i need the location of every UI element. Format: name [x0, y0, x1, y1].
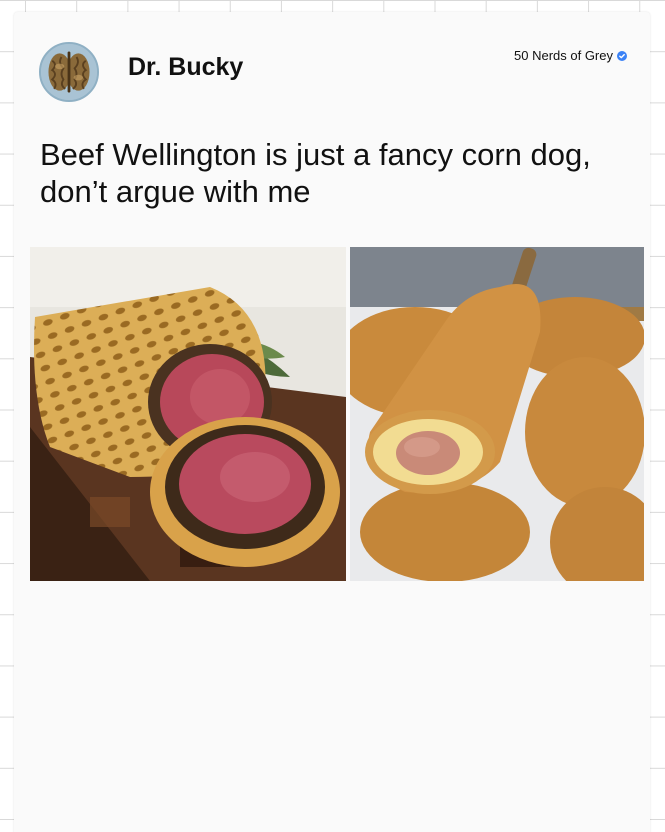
author-name[interactable]: Dr. Bucky	[128, 52, 243, 82]
beef-wellington-photo	[30, 247, 346, 581]
source-name: 50 Nerds of Grey	[514, 48, 613, 63]
post-card: Dr. Bucky 50 Nerds of Grey Beef Wellingt…	[14, 12, 650, 832]
corn-dogs-photo	[350, 247, 644, 581]
source-label[interactable]: 50 Nerds of Grey	[514, 48, 627, 64]
verified-badge-icon	[617, 51, 627, 61]
avatar[interactable]	[39, 42, 99, 102]
walnut-avatar-icon	[41, 44, 97, 100]
post-text: Beef Wellington is just a fancy corn dog…	[40, 137, 591, 209]
